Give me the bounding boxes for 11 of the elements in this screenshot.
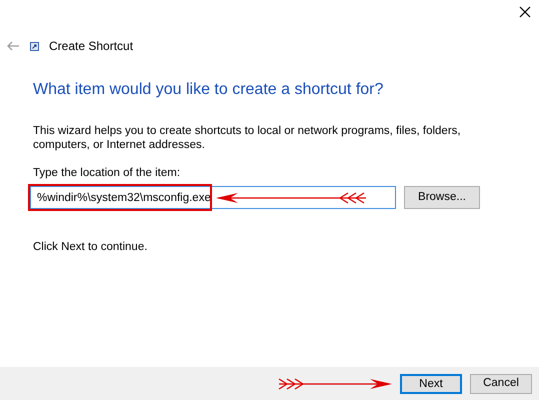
close-icon[interactable] (519, 6, 531, 18)
shortcut-icon (30, 42, 39, 50)
wizard-heading: What item would you like to create a shortcut for? (33, 80, 384, 100)
cancel-button[interactable]: Cancel (470, 374, 532, 394)
window-title: Create Shortcut (49, 38, 134, 55)
browse-button[interactable]: Browse... (404, 186, 480, 209)
description-text: This wizard helps you to create shortcuts to local or network programs, files, folders, computers, or Internet addresses. (33, 124, 462, 153)
instruction-text: Click Next to continue. (33, 240, 148, 255)
field-label: Type the location of the item: (33, 166, 182, 181)
next-button[interactable]: Next (400, 374, 462, 394)
location-field[interactable]: %windir%\system32\msconfig.exe (30, 186, 396, 209)
